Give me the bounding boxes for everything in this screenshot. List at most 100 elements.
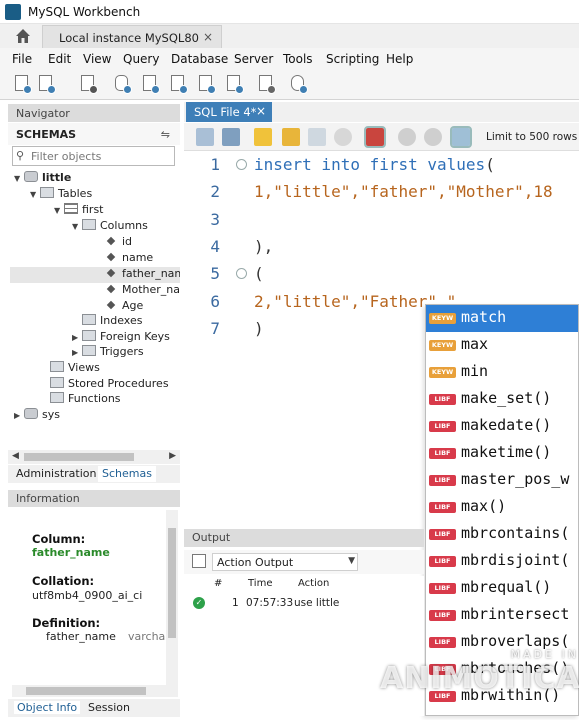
expand-arrow-icon[interactable]: ▼ (30, 190, 40, 199)
autocomplete-item[interactable]: LIBF makedate() (426, 413, 578, 440)
information-horizontal-scrollbar[interactable] (12, 685, 178, 697)
menu-server[interactable]: Server (234, 52, 273, 66)
scrollbar-thumb[interactable] (26, 687, 146, 695)
tree-node-sys[interactable]: ▶ sys (14, 408, 60, 424)
autocomplete-item[interactable]: LIBF mbrintersect (426, 602, 578, 629)
tab-session[interactable]: Session (88, 701, 130, 714)
autocomplete-item[interactable]: LIBF mbrdisjoint( (426, 548, 578, 575)
menu-query[interactable]: Query (123, 52, 159, 66)
expand-arrow-icon[interactable]: ▼ (14, 174, 24, 183)
tree-node-indexes[interactable]: Indexes (72, 314, 142, 330)
new-sql-tab-icon[interactable] (12, 74, 32, 94)
information-tabs: Object Info Session (8, 699, 180, 717)
line-number: 6 (210, 292, 220, 311)
close-icon[interactable]: × (203, 30, 213, 44)
tab-local-instance[interactable]: Local instance MySQL80 × (42, 25, 222, 48)
autocommit-icon[interactable] (450, 126, 472, 148)
explain-icon[interactable] (308, 128, 326, 146)
save-icon[interactable] (222, 128, 240, 146)
filter-objects-input[interactable] (31, 148, 171, 164)
expand-arrow-icon[interactable]: ▶ (14, 411, 24, 420)
column-icon (106, 252, 116, 262)
create-table-icon[interactable] (140, 74, 160, 94)
autocomplete-item[interactable]: LIBF maketime() (426, 440, 578, 467)
open-file-icon[interactable] (196, 128, 214, 146)
limit-rows-select[interactable]: Limit to 500 rows (486, 131, 577, 143)
scrollbar-thumb[interactable] (24, 453, 134, 461)
folder-icon (82, 330, 96, 341)
create-procedure-icon[interactable] (196, 74, 216, 94)
expand-arrow-icon[interactable]: ▼ (72, 222, 82, 231)
column-icon (106, 268, 116, 278)
search-table-data-icon[interactable] (256, 74, 276, 94)
expand-arrow-icon[interactable]: ▶ (72, 348, 82, 357)
tree-node-stored-procedures[interactable]: Stored Procedures (40, 377, 169, 393)
fold-marker-icon[interactable] (236, 159, 247, 170)
refresh-icon[interactable]: ⇋ (161, 128, 170, 141)
navigator-horizontal-scrollbar[interactable]: ◀ ▶ (8, 450, 180, 464)
menu-database[interactable]: Database (171, 52, 228, 66)
tab-schemas[interactable]: Schemas (98, 466, 156, 482)
home-icon[interactable] (14, 27, 32, 45)
autocomplete-item[interactable]: LIBF make_set() (426, 386, 578, 413)
autocomplete-item[interactable]: LIBF mbrcontains( (426, 521, 578, 548)
close-icon[interactable]: × (256, 104, 266, 118)
autocomplete-item[interactable]: LIBF master_pos_w (426, 467, 578, 494)
tree-node-column-father-name[interactable]: father_nam (104, 267, 180, 283)
tree-node-triggers[interactable]: ▶ Triggers (72, 345, 144, 361)
column-icon (106, 236, 116, 246)
output-type-select[interactable]: Action Output ▼ (212, 553, 358, 571)
information-vertical-scrollbar[interactable] (166, 510, 178, 685)
autocomplete-item[interactable]: LIBF max() (426, 494, 578, 521)
definition-name: father_name (46, 630, 116, 643)
create-view-icon[interactable] (168, 74, 188, 94)
menu-view[interactable]: View (83, 52, 111, 66)
tree-node-first[interactable]: ▼ first (54, 203, 104, 219)
tree-node-columns[interactable]: ▼ Columns (72, 219, 148, 235)
tree-node-column-name[interactable]: name (104, 251, 153, 267)
menu-scripting[interactable]: Scripting (326, 52, 379, 66)
tree-node-column-mother-name[interactable]: Mother_nar (104, 283, 180, 299)
execute-current-icon[interactable] (282, 128, 300, 146)
scroll-right-icon[interactable]: ▶ (169, 451, 176, 461)
create-schema-icon[interactable] (112, 74, 132, 94)
expand-arrow-icon[interactable]: ▼ (54, 206, 64, 215)
reconnect-icon[interactable] (288, 74, 308, 94)
tree-node-views[interactable]: Views (40, 361, 100, 377)
menu-file[interactable]: File (12, 52, 32, 66)
tree-node-column-id[interactable]: id (104, 235, 132, 251)
col-header-action: Action (298, 578, 330, 589)
navigator-title: Navigator (16, 107, 70, 120)
autocomplete-item[interactable]: KEYW match (426, 305, 578, 332)
inspector-icon[interactable] (78, 74, 98, 94)
fold-marker-icon[interactable] (236, 268, 247, 279)
col-header-number: # (214, 578, 223, 589)
tree-node-column-age[interactable]: Age (104, 299, 143, 315)
tree-node-tables[interactable]: ▼ Tables (30, 187, 92, 203)
menu-tools[interactable]: Tools (283, 52, 313, 66)
tree-node-little[interactable]: ▼ little (14, 171, 71, 187)
rollback-icon[interactable] (424, 128, 442, 146)
commit-icon[interactable] (398, 128, 416, 146)
menu-edit[interactable]: Edit (48, 52, 71, 66)
scrollbar-thumb[interactable] (168, 528, 176, 638)
information-header: Information (8, 490, 180, 507)
autocomplete-item[interactable]: KEYW min (426, 359, 578, 386)
open-sql-script-icon[interactable] (36, 74, 56, 94)
filter-objects-field[interactable]: ⚲ (12, 146, 175, 166)
tab-administration[interactable]: Administration (16, 467, 97, 480)
expand-arrow-icon[interactable]: ▶ (72, 333, 82, 342)
copy-icon[interactable] (192, 554, 206, 568)
stop-icon[interactable] (334, 128, 352, 146)
stop-on-error-icon[interactable] (364, 126, 386, 148)
autocomplete-item[interactable]: LIBF mbrequal() (426, 575, 578, 602)
tab-object-info[interactable]: Object Info (14, 701, 81, 714)
tree-node-functions[interactable]: Functions (40, 392, 121, 408)
autocomplete-item[interactable]: KEYW max (426, 332, 578, 359)
menu-help[interactable]: Help (386, 52, 413, 66)
create-function-icon[interactable] (224, 74, 244, 94)
tab-sql-file-4[interactable]: SQL File 4* × (186, 102, 272, 122)
execute-icon[interactable] (254, 128, 272, 146)
tree-node-foreign-keys[interactable]: ▶ Foreign Keys (72, 330, 170, 346)
scroll-left-icon[interactable]: ◀ (12, 451, 19, 461)
